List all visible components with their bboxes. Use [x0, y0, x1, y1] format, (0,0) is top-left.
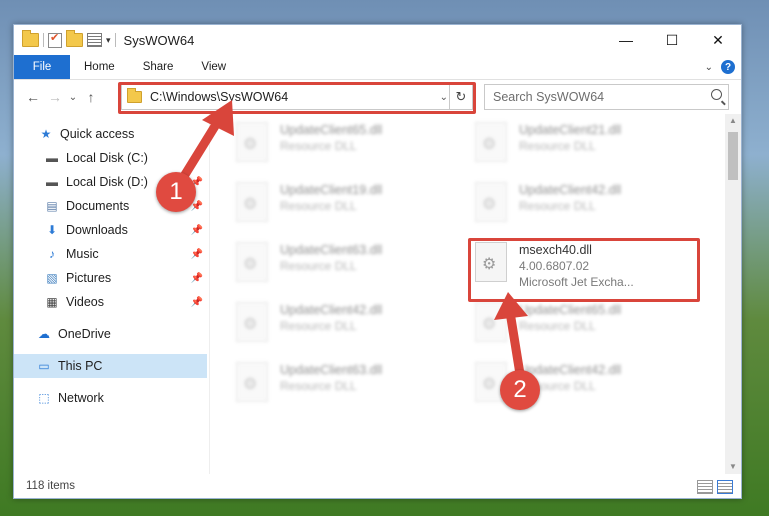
pin-icon: 📌 [190, 296, 203, 308]
file-item[interactable]: UpdateClient21.dll Resource DLL [475, 122, 695, 168]
download-icon: ⬇ [46, 223, 58, 237]
tab-home[interactable]: Home [70, 55, 129, 79]
file-item[interactable]: UpdateClient63.dll Resource DLL [236, 242, 456, 288]
computer-icon: ▭ [38, 359, 50, 373]
scrollbar-thumb[interactable] [728, 132, 738, 180]
sidebar-item-onedrive[interactable]: ☁ OneDrive [14, 322, 207, 346]
file-item[interactable]: UpdateClient63.dll Resource DLL [236, 362, 456, 408]
videos-icon: ▦ [46, 295, 58, 309]
sidebar-item-label: Downloads [66, 223, 128, 237]
file-type: Resource DLL [519, 139, 596, 153]
cloud-icon: ☁ [38, 327, 50, 341]
sidebar-item-label: This PC [58, 359, 103, 373]
item-count: 118 items [26, 480, 76, 492]
sidebar-item-label: OneDrive [58, 327, 111, 341]
toolbar-separator [43, 33, 44, 47]
window-controls: — ☐ ✕ [603, 25, 741, 55]
vertical-scrollbar[interactable]: ▲ ▼ [725, 114, 741, 474]
search-box[interactable]: Search SysWOW64 [484, 84, 729, 110]
sidebar-item-label: Documents [66, 199, 130, 213]
toolbar-separator [114, 33, 116, 47]
dll-file-icon [236, 302, 268, 342]
file-name: UpdateClient65.dll [280, 123, 383, 137]
network-icon: ⬚ [38, 391, 50, 405]
sidebar-item-label: Local Disk (C:) [66, 151, 148, 165]
expand-ribbon-icon[interactable]: ⌄ [705, 62, 713, 73]
sidebar-item-music[interactable]: ♪ Music 📌 [14, 242, 207, 266]
tab-view[interactable]: View [187, 55, 240, 79]
window-title: SysWOW64 [123, 32, 195, 48]
file-type: Resource DLL [280, 379, 357, 393]
sidebar-item-label: Pictures [66, 271, 112, 285]
title-bar: ▾ SysWOW64 — ☐ ✕ [14, 25, 741, 55]
dll-file-icon [236, 362, 268, 402]
pin-icon: 📌 [190, 248, 203, 260]
properties-icon[interactable] [48, 31, 62, 48]
scroll-up-icon[interactable]: ▲ [725, 114, 741, 128]
star-icon: ★ [40, 127, 52, 141]
sidebar-item-pictures[interactable]: ▧ Pictures 📌 [14, 266, 207, 290]
tiles-view-icon[interactable] [717, 480, 733, 494]
file-type: Resource DLL [519, 199, 596, 213]
sidebar-item-label: Videos [66, 295, 104, 309]
dll-file-icon [475, 182, 507, 222]
view-toggle [697, 480, 733, 494]
quick-access-toolbar: ▾ [22, 30, 116, 48]
sidebar-item-downloads[interactable]: ⬇ Downloads 📌 [14, 218, 207, 242]
sidebar-item-videos[interactable]: ▦ Videos 📌 [14, 290, 207, 314]
scroll-down-icon[interactable]: ▼ [725, 460, 741, 474]
file-name: UpdateClient21.dll [519, 123, 622, 137]
forward-button[interactable]: → [44, 89, 66, 105]
close-button[interactable]: ✕ [695, 25, 741, 55]
dll-file-icon [475, 122, 507, 162]
status-bar: 118 items [14, 474, 741, 498]
file-type: Resource DLL [280, 319, 357, 333]
dll-file-icon [236, 242, 268, 282]
folder-icon [22, 30, 39, 47]
back-button[interactable]: ← [22, 89, 44, 105]
new-folder-icon[interactable] [66, 30, 83, 47]
pictures-icon: ▧ [46, 271, 58, 285]
recent-locations-button[interactable]: ⌄ [66, 92, 80, 103]
pin-icon: 📌 [190, 272, 203, 284]
tab-share[interactable]: Share [129, 55, 188, 79]
file-name: UpdateClient63.dll [280, 363, 383, 377]
maximize-button[interactable]: ☐ [649, 25, 695, 55]
ribbon-right: ⌄ ? [705, 55, 741, 79]
search-placeholder[interactable]: Search SysWOW64 [493, 90, 604, 104]
ribbon-tabs: File Home Share View ⌄ ? [14, 55, 741, 80]
sidebar-item-network[interactable]: ⬚ Network [14, 386, 207, 410]
details-view-icon[interactable] [697, 480, 713, 494]
help-icon[interactable]: ? [721, 60, 735, 74]
file-type: Resource DLL [280, 259, 357, 273]
customize-dropdown-icon[interactable]: ▾ [106, 35, 111, 46]
step-1-badge: 1 [156, 172, 196, 212]
file-item[interactable]: UpdateClient42.dll Resource DLL [475, 182, 695, 228]
file-type: Resource DLL [280, 139, 357, 153]
pin-icon: 📌 [190, 224, 203, 236]
sidebar-item-label: Quick access [60, 127, 135, 141]
music-icon: ♪ [49, 247, 55, 261]
sidebar-item-this-pc[interactable]: ▭ This PC [14, 354, 207, 378]
file-item[interactable]: UpdateClient65.dll Resource DLL [236, 122, 456, 168]
file-name: UpdateClient19.dll [280, 183, 383, 197]
drive-icon: ▬ [46, 175, 58, 189]
search-icon [711, 89, 722, 100]
file-name: UpdateClient42.dll [280, 303, 383, 317]
file-item[interactable]: UpdateClient42.dll Resource DLL [236, 302, 456, 348]
drive-icon: ▬ [46, 151, 58, 165]
sidebar-item-label: Network [58, 391, 104, 405]
file-item[interactable]: UpdateClient19.dll Resource DLL [236, 182, 456, 228]
file-name: UpdateClient63.dll [280, 243, 383, 257]
step-2-badge: 2 [500, 370, 540, 410]
sidebar-item-label: Local Disk (D:) [66, 175, 148, 189]
file-type: Resource DLL [280, 199, 357, 213]
minimize-button[interactable]: — [603, 25, 649, 55]
up-button[interactable]: ↑ [80, 89, 102, 105]
tab-file[interactable]: File [14, 55, 70, 79]
sidebar-item-label: Music [66, 247, 99, 261]
view-icon[interactable] [87, 33, 102, 47]
documents-icon: ▤ [46, 199, 58, 213]
file-name: UpdateClient42.dll [519, 183, 622, 197]
